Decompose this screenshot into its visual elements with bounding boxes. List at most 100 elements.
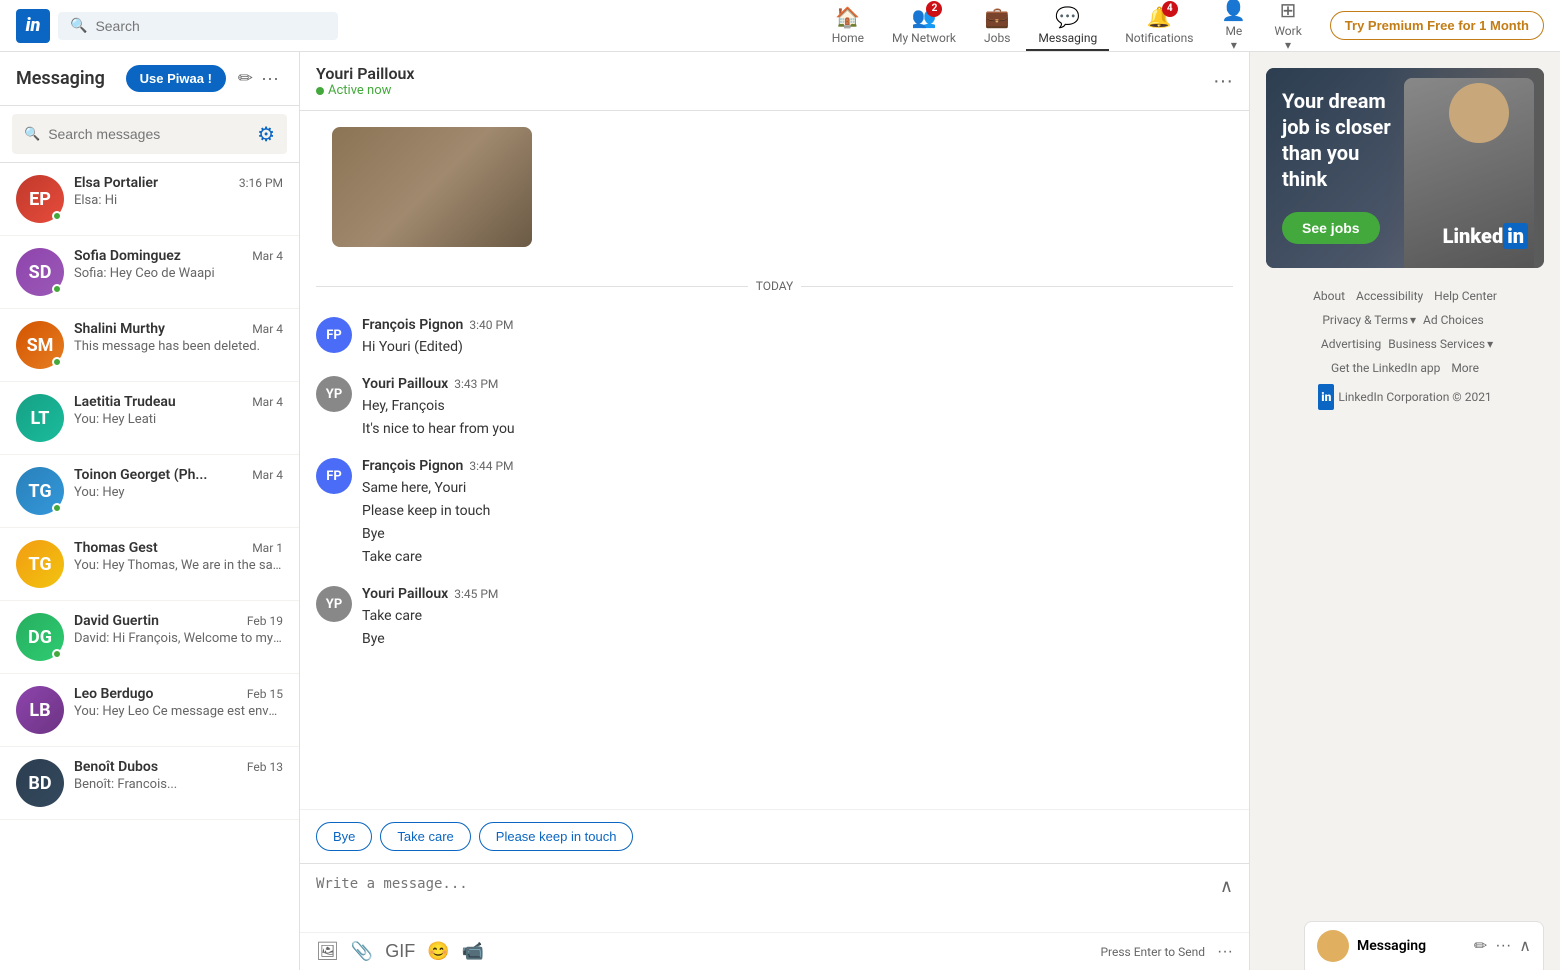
image-attach-button[interactable]: 🖼 bbox=[316, 941, 339, 962]
conversation-item[interactable]: DG David Guertin Feb 19 David: Hi Franço… bbox=[0, 601, 299, 674]
search-input[interactable] bbox=[95, 18, 326, 34]
compose-button[interactable]: ✏ bbox=[234, 64, 257, 93]
message-text-input[interactable] bbox=[316, 876, 1220, 916]
search-messages-field[interactable]: 🔍 ⚙ bbox=[12, 114, 287, 154]
message-content: Youri Pailloux 3:43 PM Hey, François It'… bbox=[362, 376, 1233, 442]
conversation-item[interactable]: SM Shalini Murthy Mar 4 This message has… bbox=[0, 309, 299, 382]
me-icon: 👤 bbox=[1221, 0, 1246, 22]
conv-time: Feb 15 bbox=[247, 687, 283, 701]
conv-top: Sofia Dominguez Mar 4 bbox=[74, 248, 283, 264]
conv-preview: You: Hey Leati bbox=[74, 412, 283, 427]
message-line: It's nice to hear from you bbox=[362, 419, 1233, 440]
chat-more-button[interactable]: ··· bbox=[1213, 70, 1233, 93]
message-time: 3:44 PM bbox=[469, 459, 513, 473]
conversation-item[interactable]: LB Leo Berdugo Feb 15 You: Hey Leo Ce me… bbox=[0, 674, 299, 747]
reply-takecare-button[interactable]: Take care bbox=[380, 822, 470, 851]
conv-top: Toinon Georget (Ph... Mar 4 bbox=[74, 467, 283, 483]
conv-info: Leo Berdugo Feb 15 You: Hey Leo Ce messa… bbox=[74, 686, 283, 719]
nav-jobs[interactable]: 💼 Jobs bbox=[972, 1, 1022, 51]
avatar-wrap: EP bbox=[16, 175, 64, 223]
footer-business[interactable]: Business Services ▾ bbox=[1388, 332, 1493, 356]
conversation-item[interactable]: SD Sofia Dominguez Mar 4 Sofia: Hey Ceo … bbox=[0, 236, 299, 309]
nav-me[interactable]: 👤 Me ▾ bbox=[1209, 0, 1258, 58]
footer-get-app[interactable]: Get the LinkedIn app bbox=[1331, 361, 1440, 375]
nav-messaging-label: Messaging bbox=[1038, 31, 1097, 45]
ad-headline: Your dream job is closer than you think bbox=[1282, 88, 1391, 192]
chat-panel: Youri Pailloux Active now ··· TODAY FP bbox=[300, 52, 1250, 970]
status-dot bbox=[316, 87, 324, 95]
footer-adchoices[interactable]: Ad Choices bbox=[1423, 313, 1484, 327]
attachment-button[interactable]: 📎 bbox=[351, 941, 373, 962]
nav-home[interactable]: 🏠 Home bbox=[820, 1, 876, 51]
filter-icon[interactable]: ⚙ bbox=[257, 122, 275, 146]
conversation-item[interactable]: EP Elsa Portalier 3:16 PM Elsa: Hi bbox=[0, 163, 299, 236]
nav-home-label: Home bbox=[832, 31, 864, 45]
nav-jobs-label: Jobs bbox=[984, 31, 1010, 45]
conv-preview: Benoît: Francois... bbox=[74, 777, 283, 792]
widget-more-button[interactable]: ··· bbox=[1495, 937, 1511, 955]
message-line: Take care bbox=[362, 606, 1233, 627]
messaging-more-button[interactable]: ··· bbox=[257, 64, 283, 93]
message-group: YP Youri Pailloux 3:45 PM Take care Bye bbox=[316, 586, 1233, 652]
main-container: Messaging Use Piwaa ! ✏ ··· 🔍 ⚙ EP El bbox=[0, 0, 1560, 970]
conv-info: Thomas Gest Mar 1 You: Hey Thomas, We ar… bbox=[74, 540, 283, 573]
widget-minimize-button[interactable]: ∧ bbox=[1519, 936, 1531, 956]
today-divider: TODAY bbox=[316, 279, 1233, 293]
video-button[interactable]: 📹 bbox=[462, 941, 484, 962]
network-badge: 2 bbox=[926, 1, 942, 17]
message-bubble: Same here, Youri Please keep in touch By… bbox=[362, 478, 1233, 568]
conv-top: Benoît Dubos Feb 13 bbox=[74, 759, 283, 775]
footer-help[interactable]: Help Center bbox=[1434, 289, 1497, 303]
top-navigation: in 🔍 🏠 Home 👥 2 My Network 💼 Jobs 💬 Mess… bbox=[0, 0, 1560, 52]
nav-notifications[interactable]: 🔔 4 Notifications bbox=[1113, 1, 1205, 51]
message-content: Youri Pailloux 3:45 PM Take care Bye bbox=[362, 586, 1233, 652]
li-logo-icon: in bbox=[1318, 384, 1334, 410]
search-messages-input[interactable] bbox=[48, 126, 257, 142]
expand-input-button[interactable]: ∧ bbox=[1220, 876, 1233, 897]
nav-work[interactable]: ⊞ Work ▾ bbox=[1262, 0, 1313, 58]
linkedin-logo[interactable]: in bbox=[16, 9, 50, 43]
message-group: FP François Pignon 3:40 PM Hi Youri (Edi… bbox=[316, 317, 1233, 360]
chat-contact-name: Youri Pailloux bbox=[316, 64, 1213, 83]
ad-card: Your dream job is closer than you think … bbox=[1266, 68, 1544, 268]
avatar: LB bbox=[16, 686, 64, 734]
conv-preview: You: Hey Thomas, We are in the same pod.… bbox=[74, 558, 283, 573]
footer-about[interactable]: About bbox=[1313, 289, 1345, 303]
nav-network[interactable]: 👥 2 My Network bbox=[880, 1, 968, 51]
footer-accessibility[interactable]: Accessibility bbox=[1356, 289, 1423, 303]
conversation-item[interactable]: LT Laetitia Trudeau Mar 4 You: Hey Leati bbox=[0, 382, 299, 455]
nav-notifications-label: Notifications bbox=[1125, 31, 1193, 45]
gif-button[interactable]: GIF bbox=[385, 941, 415, 962]
conv-name: David Guertin bbox=[74, 613, 159, 629]
linkedin-footer-logo: in LinkedIn Corporation © 2021 bbox=[1318, 384, 1491, 410]
conversation-item[interactable]: TG Toinon Georget (Ph... Mar 4 You: Hey bbox=[0, 455, 299, 528]
emoji-button[interactable]: 😊 bbox=[427, 941, 449, 962]
footer-advertising[interactable]: Advertising bbox=[1321, 337, 1381, 351]
use-piwaa-button[interactable]: Use Piwaa ! bbox=[126, 65, 226, 92]
conv-name: Laetitia Trudeau bbox=[74, 394, 176, 410]
see-jobs-button[interactable]: See jobs bbox=[1282, 212, 1380, 244]
widget-edit-button[interactable]: ✏ bbox=[1474, 936, 1487, 956]
footer-more[interactable]: More bbox=[1451, 361, 1479, 375]
write-message-inner bbox=[316, 876, 1220, 920]
footer-row-1: About Accessibility Help Center bbox=[1266, 284, 1544, 308]
reply-keepintouch-button[interactable]: Please keep in touch bbox=[479, 822, 634, 851]
bottom-messaging-widget: Messaging ✏ ··· ∧ bbox=[1304, 921, 1544, 970]
reply-bye-button[interactable]: Bye bbox=[316, 822, 372, 851]
search-bar[interactable]: 🔍 bbox=[58, 12, 338, 40]
footer-privacy[interactable]: Privacy & Terms ▾ bbox=[1322, 308, 1416, 332]
search-messages-area: 🔍 ⚙ bbox=[0, 106, 299, 163]
premium-button[interactable]: Try Premium Free for 1 Month bbox=[1330, 11, 1544, 40]
toolbar-more-button[interactable]: ··· bbox=[1217, 943, 1233, 961]
copyright: LinkedIn Corporation © 2021 bbox=[1338, 385, 1491, 409]
conversation-item[interactable]: TG Thomas Gest Mar 1 You: Hey Thomas, We… bbox=[0, 528, 299, 601]
home-icon: 🏠 bbox=[835, 5, 860, 29]
widget-title: Messaging bbox=[1357, 938, 1466, 954]
nav-messaging[interactable]: 💬 Messaging bbox=[1026, 1, 1109, 51]
conversation-item[interactable]: BD Benoît Dubos Feb 13 Benoît: Francois.… bbox=[0, 747, 299, 820]
conv-top: Elsa Portalier 3:16 PM bbox=[74, 175, 283, 191]
message-input-area: ∧ 🖼 📎 GIF 😊 📹 Press Enter to Send ··· bbox=[300, 863, 1249, 970]
work-dropdown-arrow: ▾ bbox=[1285, 38, 1291, 52]
conv-name: Benoît Dubos bbox=[74, 759, 158, 775]
message-content: François Pignon 3:44 PM Same here, Youri… bbox=[362, 458, 1233, 570]
